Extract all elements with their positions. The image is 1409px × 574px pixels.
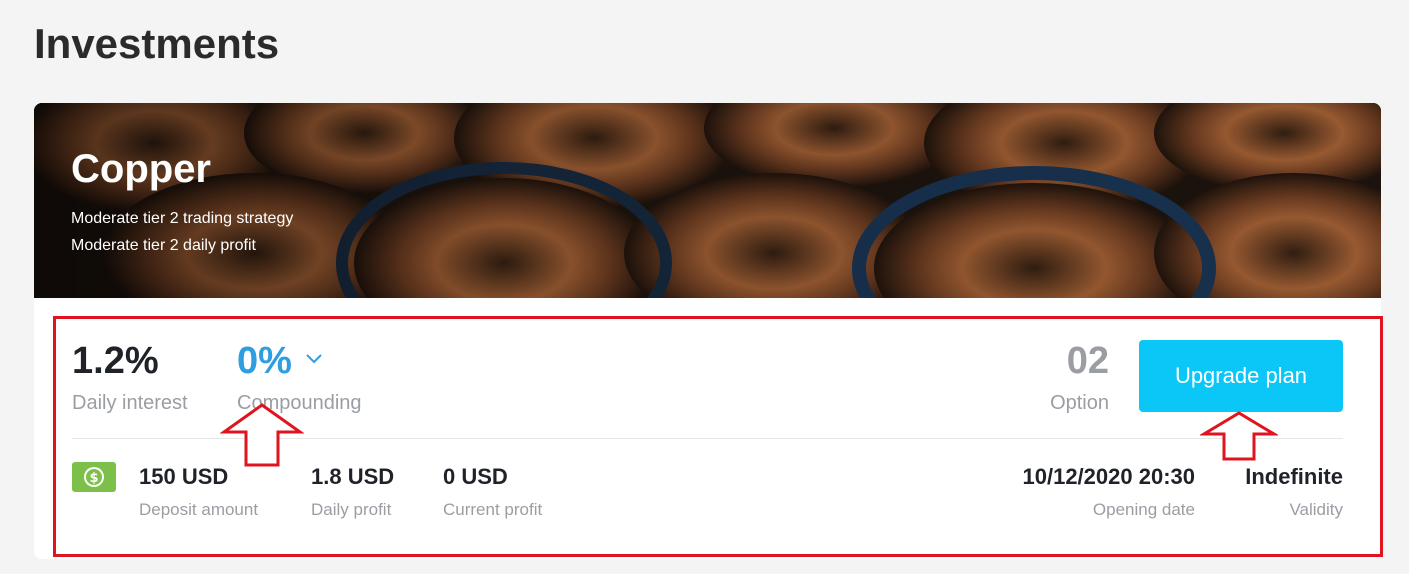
- plan-banner: Copper Moderate tier 2 trading strategy …: [34, 103, 1381, 298]
- plan-name: Copper: [71, 147, 211, 191]
- arrow-up-icon: [1200, 411, 1278, 461]
- page-title: Investments: [34, 20, 280, 67]
- plan-description-profit: Moderate tier 2 daily profit: [71, 237, 256, 254]
- arrow-up-icon: [220, 403, 304, 467]
- plan-description-strategy: Moderate tier 2 trading strategy: [71, 210, 294, 227]
- copper-spools-image: [34, 103, 1381, 298]
